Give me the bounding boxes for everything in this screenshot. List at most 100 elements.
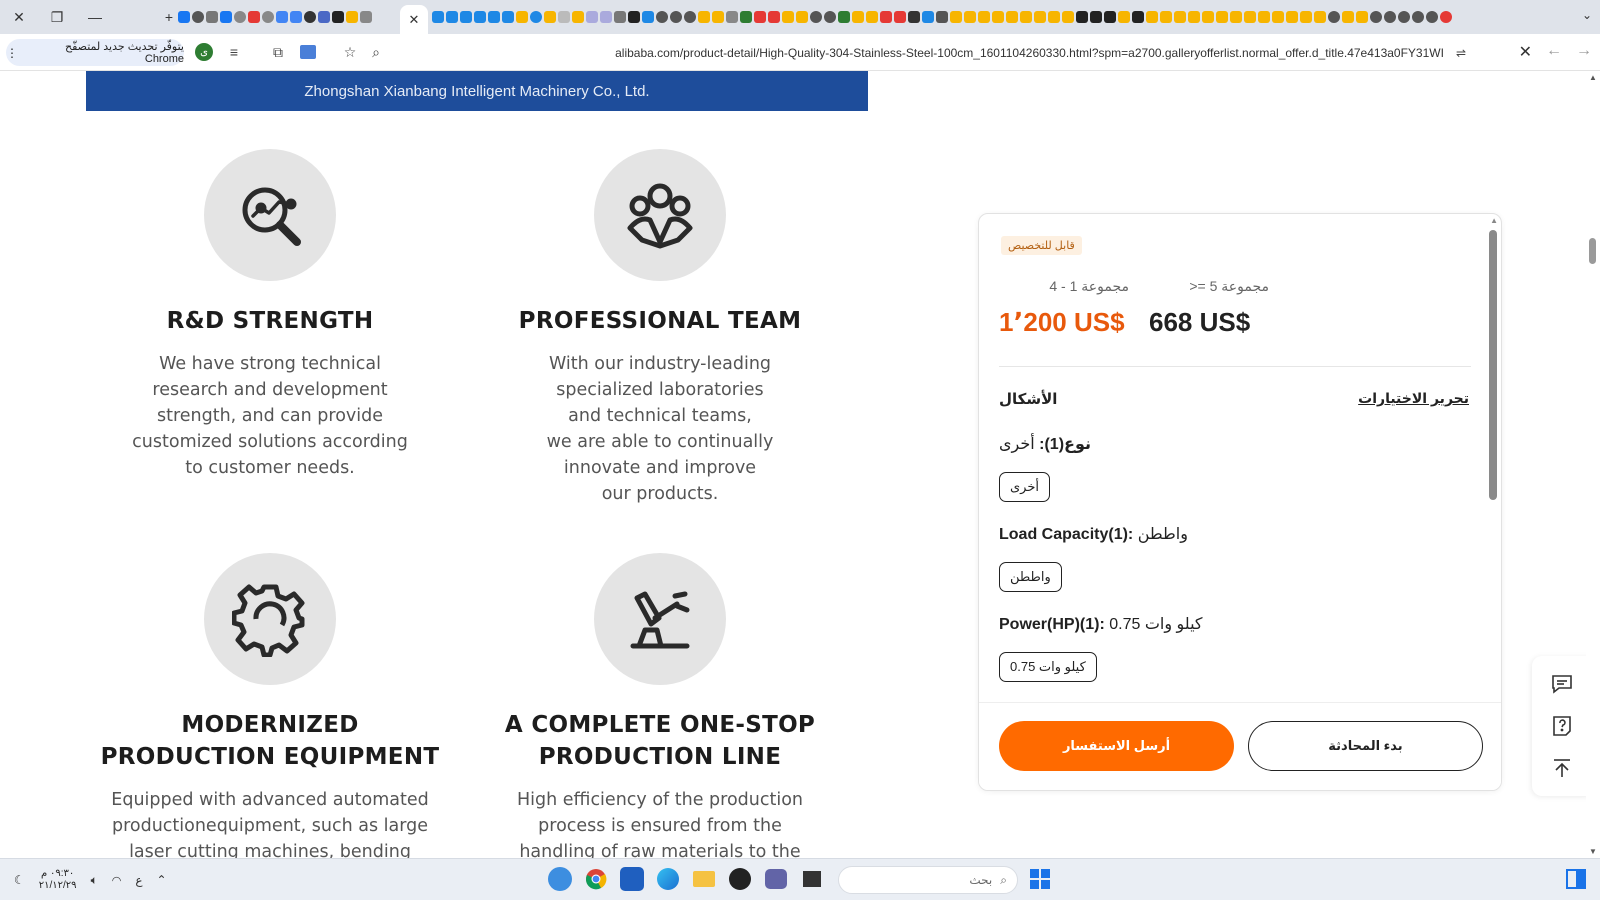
minimize-window-icon[interactable]: —: [76, 0, 114, 34]
url-text: alibaba.com/product-detail/High-Quality-…: [615, 45, 1444, 60]
close-window-icon[interactable]: ✕: [0, 0, 38, 34]
bookmark-star-icon[interactable]: ☆: [340, 42, 360, 62]
feature-modernized-equipment: MODERNIZED PRODUCTION EQUIPMENT Equipped…: [90, 553, 450, 858]
chrome-icon[interactable]: [584, 867, 608, 891]
team-icon: [594, 149, 726, 281]
back-icon[interactable]: ←: [1546, 42, 1562, 62]
browser-toolbar: يتوفّر تحديث جديد لمتصفّح Chrome ⋮ ى ≡ ⧉…: [0, 34, 1600, 71]
show-desktop-icon[interactable]: [1564, 867, 1588, 891]
address-bar[interactable]: alibaba.com/product-detail/High-Quality-…: [360, 38, 1470, 67]
stop-icon[interactable]: ✕: [1519, 42, 1532, 62]
option-chip-type[interactable]: أخرى: [999, 472, 1050, 502]
notification-moon-icon[interactable]: ☾: [14, 873, 25, 887]
system-tray: ☾ ٠٩:٣٠ م ٢١/١٢/٢٩ 🔈︎ ◠ ع ⌃: [14, 868, 167, 892]
clock[interactable]: ٠٩:٣٠ م ٢١/١٢/٢٩: [39, 868, 77, 892]
site-settings-icon[interactable]: ⇌: [1456, 46, 1466, 60]
active-tab[interactable]: ✕: [400, 5, 428, 34]
wifi-icon[interactable]: ◠: [112, 874, 122, 887]
panel-actions: أرسل الاستفسار بدء المحادثة: [979, 702, 1501, 790]
feature-description: With our industry-leading specialized la…: [546, 354, 774, 504]
feature-title: R&D STRENGTH: [166, 308, 374, 334]
edit-selections-link[interactable]: تحرير الاختيارات: [1358, 390, 1469, 407]
tier-quantity: مجموعة 5 =<: [1189, 278, 1269, 294]
more-options-icon: ⋮: [6, 45, 18, 60]
scroll-down-arrow-icon[interactable]: ▼: [1589, 847, 1597, 856]
option-name: نوع(1):: [1039, 436, 1091, 453]
feature-professional-team: PROFESSIONAL TEAM With our industry-lead…: [480, 149, 840, 507]
taskbar-search-box[interactable]: ⌕ بحث: [838, 866, 1018, 894]
weather-widget-icon[interactable]: [548, 867, 572, 891]
tray-overflow-icon[interactable]: ⌃: [157, 873, 167, 887]
feature-description: Equipped with advanced automated product…: [111, 790, 429, 858]
update-label: يتوفّر تحديث جديد لمتصفّح Chrome: [64, 41, 184, 65]
edge-icon[interactable]: [656, 867, 680, 891]
option-load-capacity-label: Load Capacity(1): واططن: [999, 524, 1188, 544]
floating-side-tools: [1532, 656, 1590, 796]
product-purchase-panel: ▲ قابل للتخصيص مجموعة 1 - 4 1٬200 US$ مج…: [978, 213, 1502, 791]
send-inquiry-button[interactable]: أرسل الاستفسار: [999, 721, 1234, 771]
clock-time: ٠٩:٣٠ م: [41, 868, 75, 879]
feature-rd-strength: R&D STRENGTH We have strong technical re…: [90, 149, 450, 481]
translate-icon[interactable]: [298, 42, 318, 62]
store-icon[interactable]: [620, 867, 644, 891]
price-tier-2: مجموعة 5 =< 668 US$: [1149, 278, 1269, 338]
variants-heading: الأشكال: [999, 390, 1057, 409]
search-icon: ⌕: [1000, 872, 1007, 887]
option-type-label: نوع(1): أخرى: [999, 434, 1091, 454]
option-chip-power[interactable]: 0.75 كيلو وات: [999, 652, 1097, 682]
navigation-arrows: ✕ ← →: [1519, 42, 1592, 62]
windows-taskbar: ☾ ٠٩:٣٠ م ٢١/١٢/٢٩ 🔈︎ ◠ ع ⌃ ⌕ بحث: [0, 858, 1600, 900]
message-icon[interactable]: [1550, 672, 1574, 696]
tab-favicons-right[interactable]: [432, 8, 1562, 26]
windows-start-icon[interactable]: [1028, 867, 1052, 891]
option-chip-load-capacity[interactable]: واططن: [999, 562, 1062, 592]
file-explorer-icon[interactable]: [692, 867, 716, 891]
close-tab-icon[interactable]: ✕: [409, 12, 420, 28]
panel-scrollbar-thumb[interactable]: [1489, 230, 1497, 500]
feature-title: A COMPLETE ONE-STOP PRODUCTION LINE: [504, 712, 816, 770]
back-to-top-icon[interactable]: [1550, 756, 1574, 780]
volume-icon[interactable]: 🔈︎: [91, 873, 98, 888]
tier-price: 668 US$: [1149, 307, 1251, 337]
divider: [999, 366, 1471, 367]
profile-letter: ى: [195, 43, 213, 61]
teams-icon[interactable]: [764, 867, 788, 891]
option-power-label: Power(HP)(1): 0.75 كيلو وات: [999, 614, 1203, 634]
clock-date: ٢١/١٢/٢٩: [38, 880, 77, 891]
help-feedback-icon[interactable]: [1550, 714, 1574, 738]
extensions-icon[interactable]: ⧉: [268, 42, 288, 62]
option-value: أخرى: [999, 436, 1035, 453]
option-name: Load Capacity(1):: [999, 526, 1134, 543]
forward-icon[interactable]: →: [1576, 42, 1592, 62]
restore-window-icon[interactable]: ❐: [38, 0, 76, 34]
browser-tab-strip: ✕ ❐ — + ✕ ⌄: [0, 0, 1600, 34]
search-placeholder: بحث: [969, 873, 993, 887]
chrome-update-button[interactable]: يتوفّر تحديث جديد لمتصفّح Chrome ⋮: [6, 39, 184, 66]
language-indicator[interactable]: ع: [135, 873, 142, 887]
feature-description: We have strong technical research and de…: [132, 354, 408, 478]
terminal-icon[interactable]: [800, 867, 824, 891]
option-value: واططن: [1137, 526, 1188, 543]
feature-one-stop-line: A COMPLETE ONE-STOP PRODUCTION LINE High…: [480, 553, 840, 858]
feature-title: MODERNIZED PRODUCTION EQUIPMENT: [100, 712, 440, 770]
chatgpt-icon[interactable]: [728, 867, 752, 891]
tier-price: 1٬200 US$: [999, 307, 1125, 337]
tab-search-dropdown-icon[interactable]: ⌄: [1582, 8, 1592, 22]
page-scrollbar-thumb[interactable]: [1589, 238, 1596, 264]
customizable-badge: قابل للتخصيص: [1001, 236, 1082, 255]
search-analytics-icon: [204, 149, 336, 281]
scroll-up-arrow-icon[interactable]: ▲: [1589, 73, 1597, 82]
option-value: 0.75 كيلو وات: [1109, 616, 1203, 633]
start-chat-button[interactable]: بدء المحادثة: [1248, 721, 1483, 771]
page-viewport: Zhongshan Xianbang Intelligent Machinery…: [0, 71, 1600, 858]
profile-avatar[interactable]: ى: [194, 42, 214, 62]
option-name: Power(HP)(1):: [999, 616, 1105, 633]
tier-quantity: مجموعة 1 - 4: [1049, 278, 1129, 294]
page-scrollbar[interactable]: ▲ ▼: [1586, 71, 1600, 858]
panel-scroll-up-icon[interactable]: ▲: [1490, 216, 1498, 225]
media-controls-icon[interactable]: ≡: [224, 42, 244, 62]
variants-heading-text: الأشكال: [999, 391, 1058, 408]
company-banner: Zhongshan Xianbang Intelligent Machinery…: [86, 71, 868, 111]
price-tier-1: مجموعة 1 - 4 1٬200 US$: [999, 278, 1129, 338]
feature-title: PROFESSIONAL TEAM: [518, 308, 802, 334]
